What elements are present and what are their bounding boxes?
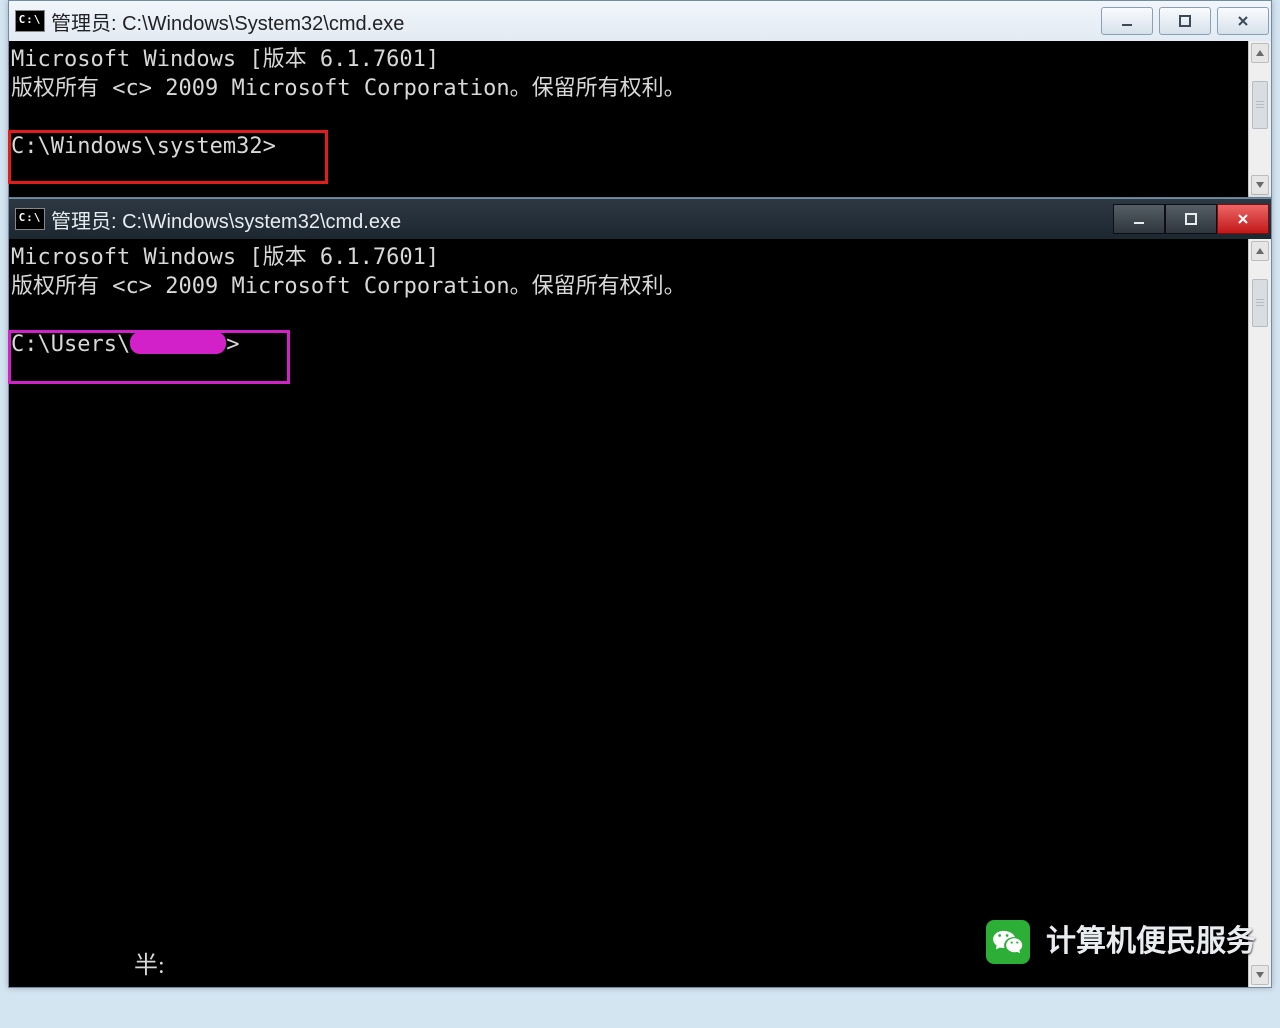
scroll-up-button[interactable] (1251, 43, 1269, 63)
banner-line-1: Microsoft Windows [版本 6.1.7601] (11, 245, 439, 270)
scroll-thumb[interactable] (1252, 279, 1268, 327)
window-title: 管理员: C:\Windows\System32\cmd.exe (51, 7, 404, 36)
minimize-button[interactable] (1113, 204, 1165, 234)
terminal-output[interactable]: Microsoft Windows [版本 6.1.7601] 版权所有 <c>… (9, 41, 1248, 197)
banner-line-2: 版权所有 <c> 2009 Microsoft Corporation。保留所有… (11, 274, 686, 299)
cmd-window-admin-users: C:\ 管理员: C:\Windows\system32\cmd.exe Mic… (8, 198, 1272, 988)
scroll-thumb[interactable] (1252, 81, 1268, 129)
window-controls (1113, 204, 1269, 234)
window-title: 管理员: C:\Windows\system32\cmd.exe (51, 205, 401, 234)
close-button[interactable] (1217, 7, 1269, 35)
cmd-app-icon: C:\ (15, 208, 45, 230)
scroll-up-button[interactable] (1251, 241, 1269, 261)
watermark: 计算机便民服务 (986, 920, 1256, 964)
close-button[interactable] (1217, 204, 1269, 234)
banner-line-2: 版权所有 <c> 2009 Microsoft Corporation。保留所有… (11, 76, 686, 101)
titlebar[interactable]: C:\ 管理员: C:\Windows\System32\cmd.exe (9, 1, 1271, 42)
prompt-users-prefix: C:\Users\ (11, 332, 130, 357)
cmd-window-admin-system32: C:\ 管理员: C:\Windows\System32\cmd.exe Mic… (8, 0, 1272, 198)
redacted-username (130, 332, 226, 354)
ime-indicator: 半: (134, 954, 165, 978)
vertical-scrollbar[interactable] (1248, 239, 1271, 987)
prompt-users-suffix: > (226, 332, 239, 357)
minimize-button[interactable] (1101, 7, 1153, 35)
client-area: Microsoft Windows [版本 6.1.7601] 版权所有 <c>… (9, 41, 1271, 197)
wechat-icon (986, 920, 1030, 964)
prompt-system32: C:\Windows\system32> (11, 134, 276, 159)
client-area: Microsoft Windows [版本 6.1.7601] 版权所有 <c>… (9, 239, 1271, 987)
titlebar[interactable]: C:\ 管理员: C:\Windows\system32\cmd.exe (9, 199, 1271, 240)
cmd-app-icon: C:\ (15, 10, 45, 32)
scroll-down-button[interactable] (1251, 175, 1269, 195)
terminal-output[interactable]: Microsoft Windows [版本 6.1.7601] 版权所有 <c>… (9, 239, 1248, 987)
maximize-button[interactable] (1159, 7, 1211, 35)
vertical-scrollbar[interactable] (1248, 41, 1271, 197)
maximize-button[interactable] (1165, 204, 1217, 234)
scroll-down-button[interactable] (1251, 965, 1269, 985)
banner-line-1: Microsoft Windows [版本 6.1.7601] (11, 47, 439, 72)
window-controls (1095, 7, 1269, 35)
watermark-text: 计算机便民服务 (1046, 927, 1256, 957)
